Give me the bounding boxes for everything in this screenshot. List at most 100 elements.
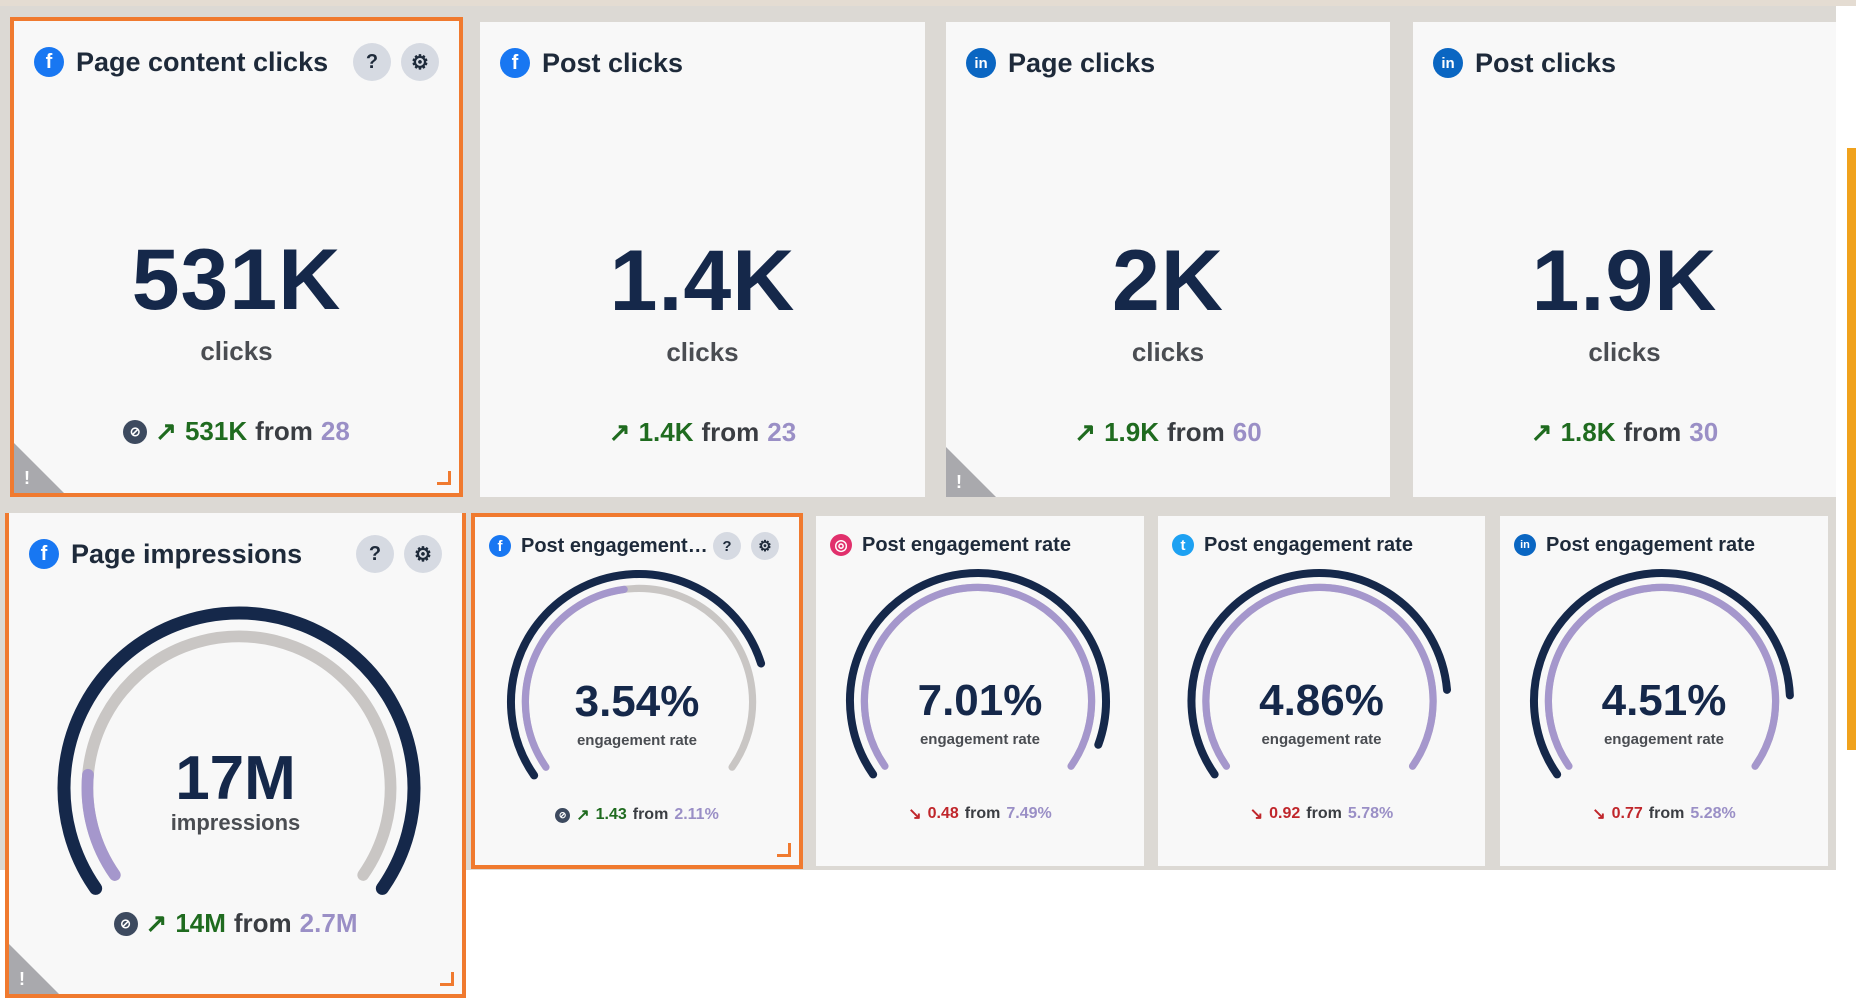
from-label: from: [255, 416, 313, 446]
delta-value: 0.48: [927, 805, 959, 822]
arrow-up-right-icon: ↗: [1530, 417, 1553, 447]
from-label: from: [1648, 805, 1685, 822]
comparison-row: ↘ 0.48 from 7.49%: [816, 804, 1144, 824]
delta-value: 0.77: [1611, 805, 1643, 822]
arrow-up-right-icon: ↗: [145, 908, 168, 938]
tile-header: in Page clicks: [966, 42, 1370, 84]
arrow-down-right-icon: ↘: [1592, 806, 1606, 823]
arrow-up-right-icon: ↗: [1074, 417, 1097, 447]
from-label: from: [1623, 417, 1682, 447]
top-divider: [0, 0, 1856, 6]
metric-unit: engagement rate: [576, 732, 698, 749]
comparison-row: ↗ 1.8K from 30: [1413, 417, 1836, 448]
tile-header: in Post clicks: [1433, 42, 1816, 84]
warning-icon[interactable]: [946, 447, 996, 497]
previous-value: 28: [320, 416, 350, 446]
delta-value: 0.92: [1269, 805, 1301, 822]
from-label: from: [632, 806, 669, 823]
delta-value: 1.43: [595, 806, 627, 823]
warning-icon[interactable]: [9, 944, 59, 994]
tile-header: f Post clicks: [500, 42, 905, 84]
facebook-icon: f: [500, 48, 530, 78]
metric-value: 1.9K: [1531, 233, 1718, 329]
arrow-up-right-icon: ↗: [608, 417, 631, 447]
tile-title: Post clicks: [542, 47, 684, 78]
previous-value: 30: [1689, 417, 1719, 447]
compare-period-icon: ⊘: [555, 807, 571, 823]
resize-handle[interactable]: [777, 843, 791, 857]
warning-mark: !: [19, 969, 25, 989]
metric-value: 531K: [131, 232, 342, 328]
metric-value: 7.01%: [917, 676, 1043, 725]
metric-unit: clicks: [1588, 337, 1661, 367]
comparison-row: ↘ 0.92 from 5.78%: [1158, 804, 1485, 824]
side-scroll-indicator[interactable]: [1847, 148, 1856, 750]
delta-value: 14M: [175, 908, 226, 938]
previous-value: 60: [1232, 417, 1262, 447]
previous-value: 23: [767, 417, 797, 447]
gear-icon[interactable]: ⚙: [401, 43, 439, 81]
metric-unit: engagement rate: [919, 731, 1041, 748]
comparison-row: ⊘ ↗ 531K from 28: [14, 416, 459, 447]
comparison-row: ↘ 0.77 from 5.28%: [1500, 804, 1828, 824]
metric-value: 2K: [1112, 233, 1224, 329]
engagement-tile[interactable]: ◎ Post engagement rate 7.01% engagement rat…: [816, 516, 1144, 866]
from-label: from: [1167, 417, 1225, 447]
metric-value: 17M: [175, 744, 296, 813]
delta-value: 1.8K: [1560, 417, 1616, 447]
delta-value: 1.4K: [638, 417, 694, 447]
linkedin-icon: in: [1433, 48, 1463, 78]
metric-unit: impressions: [170, 810, 301, 835]
warning-icon[interactable]: [14, 443, 64, 493]
comparison-row: ⊘ ↗ 1.43 from 2.11%: [475, 805, 799, 825]
previous-value: 2.7M: [299, 908, 358, 938]
comparison-row: ⊘ ↗ 14M from 2.7M: [9, 908, 462, 939]
resize-handle[interactable]: [437, 471, 451, 485]
warning-mark: !: [956, 472, 962, 492]
tile-actions: ? ⚙: [353, 43, 439, 81]
impressions-tile[interactable]: f Page impressions? ⚙ 17M impressions ⊘ ↗ 14M fr…: [5, 513, 466, 998]
tile-title: Post clicks: [1475, 47, 1617, 78]
linkedin-icon: in: [966, 48, 996, 78]
facebook-icon: f: [34, 47, 64, 77]
delta-value: 1.9K: [1104, 417, 1159, 447]
resize-handle[interactable]: [440, 972, 454, 986]
compare-period-icon: ⊘: [113, 911, 138, 936]
tile-title: Page content clicks: [76, 46, 329, 77]
arrow-down-right-icon: ↘: [908, 806, 922, 823]
arrow-down-right-icon: ↘: [1249, 806, 1264, 823]
compare-period-icon: ⊘: [123, 419, 148, 444]
warning-mark: !: [24, 468, 30, 488]
metric-tile[interactable]: in Post clicks 1.9K clicks ↗ 1.8K from 30: [1413, 22, 1836, 497]
engagement-tile[interactable]: in Post engagement rate 4.51% engagement ra…: [1500, 516, 1828, 866]
metric-value: 4.51%: [1601, 676, 1727, 725]
metric-value: 1.4K: [609, 233, 796, 329]
help-icon[interactable]: ?: [353, 43, 391, 81]
metric-value: 4.86%: [1259, 676, 1384, 725]
arrow-up-right-icon: ↗: [576, 807, 590, 824]
engagement-tile[interactable]: f Post engagement r...? ⚙ 3.54% engagement r…: [471, 513, 803, 869]
metric-unit: clicks: [200, 336, 273, 366]
previous-value: 5.78%: [1347, 805, 1394, 822]
previous-value: 5.28%: [1690, 805, 1736, 822]
from-label: from: [964, 805, 1001, 822]
tile-title: Page clicks: [1008, 47, 1156, 78]
tile-header: f Page content clicks? ⚙: [34, 41, 439, 83]
metric-tile[interactable]: f Post clicks 1.4K clicks ↗ 1.4K from 23: [480, 22, 925, 497]
from-label: from: [701, 417, 760, 447]
metric-value: 3.54%: [574, 677, 700, 726]
metric-unit: clicks: [666, 337, 739, 367]
engagement-tile[interactable]: t Post engagement rate 4.86% engagement rat…: [1158, 516, 1485, 866]
previous-value: 7.49%: [1006, 805, 1052, 822]
metric-unit: clicks: [1131, 337, 1205, 367]
metric-tile[interactable]: f Page content clicks? ⚙ 531K clicks ⊘ ↗ 531K fr…: [10, 17, 463, 497]
from-label: from: [233, 908, 292, 938]
metric-unit: engagement rate: [1603, 731, 1725, 748]
previous-value: 2.11%: [674, 806, 719, 823]
metric-unit: engagement rate: [1261, 731, 1382, 748]
comparison-row: ↗ 1.9K from 60: [946, 417, 1390, 448]
metric-tile[interactable]: in Page clicks 2K clicks ↗ 1.9K from 60!: [946, 22, 1390, 497]
delta-value: 531K: [184, 416, 248, 446]
from-label: from: [1306, 805, 1342, 822]
comparison-row: ↗ 1.4K from 23: [480, 417, 925, 448]
